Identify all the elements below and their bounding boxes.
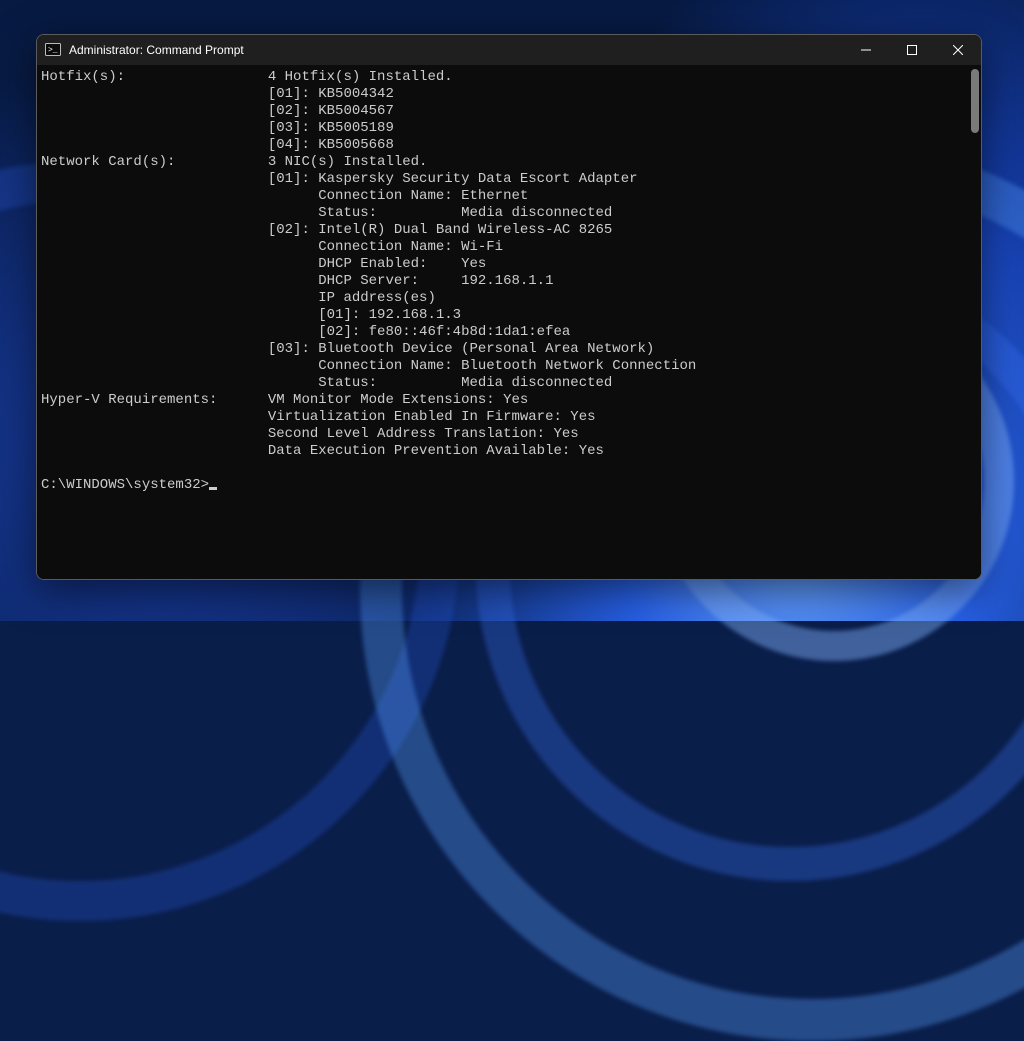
terminal-line: Second Level Address Translation: Yes (41, 426, 977, 443)
command-prompt-window: >_ Administrator: Command Prompt Hotfix(… (36, 34, 982, 580)
terminal-line: Hyper-V Requirements: VM Monitor Mode Ex… (41, 392, 977, 409)
close-button[interactable] (935, 35, 981, 65)
terminal-line: IP address(es) (41, 290, 977, 307)
terminal-line: Data Execution Prevention Available: Yes (41, 443, 977, 460)
terminal-line: Status: Media disconnected (41, 205, 977, 222)
terminal-line: Status: Media disconnected (41, 375, 977, 392)
terminal-line: [01]: 192.168.1.3 (41, 307, 977, 324)
terminal-line (41, 460, 977, 477)
terminal-line: [03]: KB5005189 (41, 120, 977, 137)
svg-text:>_: >_ (48, 46, 58, 55)
maximize-button[interactable] (889, 35, 935, 65)
terminal-line: [01]: Kaspersky Security Data Escort Ada… (41, 171, 977, 188)
cursor (209, 487, 217, 490)
cmd-icon: >_ (45, 42, 61, 58)
terminal-line: Virtualization Enabled In Firmware: Yes (41, 409, 977, 426)
titlebar[interactable]: >_ Administrator: Command Prompt (37, 35, 981, 65)
terminal-line: [02]: fe80::46f:4b8d:1da1:efea (41, 324, 977, 341)
terminal-line: C:\WINDOWS\system32> (41, 477, 977, 494)
terminal-line: DHCP Enabled: Yes (41, 256, 977, 273)
terminal-line: [02]: Intel(R) Dual Band Wireless-AC 826… (41, 222, 977, 239)
terminal-line: [02]: KB5004567 (41, 103, 977, 120)
terminal-line: [04]: KB5005668 (41, 137, 977, 154)
terminal-line: Network Card(s): 3 NIC(s) Installed. (41, 154, 977, 171)
terminal-line: [01]: KB5004342 (41, 86, 977, 103)
terminal-line: DHCP Server: 192.168.1.1 (41, 273, 977, 290)
terminal-output[interactable]: Hotfix(s): 4 Hotfix(s) Installed. [01]: … (37, 65, 981, 579)
terminal-line: Connection Name: Ethernet (41, 188, 977, 205)
terminal-line: [03]: Bluetooth Device (Personal Area Ne… (41, 341, 977, 358)
scrollbar-thumb[interactable] (971, 69, 979, 133)
terminal-line: Connection Name: Wi-Fi (41, 239, 977, 256)
terminal-line: Hotfix(s): 4 Hotfix(s) Installed. (41, 69, 977, 86)
terminal-line: Connection Name: Bluetooth Network Conne… (41, 358, 977, 375)
minimize-button[interactable] (843, 35, 889, 65)
window-title: Administrator: Command Prompt (69, 43, 244, 57)
